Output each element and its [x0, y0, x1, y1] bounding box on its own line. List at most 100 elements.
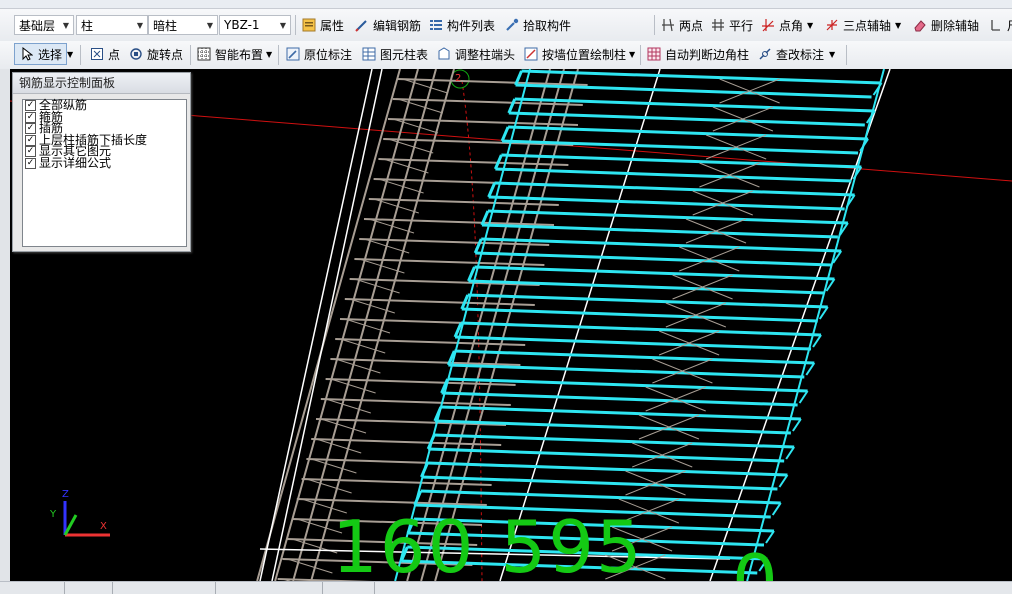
cyan-stirrup-hook — [500, 126, 510, 142]
separator — [295, 15, 296, 35]
original-annotation-button[interactable]: 原位标注 — [285, 43, 352, 65]
checkbox[interactable]: ✓ — [25, 100, 36, 112]
smart-layout-label: 智能布置 — [215, 47, 264, 62]
delete-axis-button[interactable]: 删除辅轴 — [912, 14, 979, 36]
point-angle-label: 点角 — [779, 18, 804, 33]
gray-rebar-stirrup — [344, 298, 535, 306]
chevron-down-icon: ▼ — [67, 49, 74, 59]
adjust-column-head-button[interactable]: 调整柱端头 — [436, 43, 515, 65]
gray-rebar-stirrup — [320, 398, 511, 406]
smart-layout-icon — [196, 46, 212, 62]
original-annotation-label: 原位标注 — [304, 47, 353, 62]
toolbar-row-2: 选择 ▼ 点 旋转点 智能布置 ▼ 原位标注 图元柱表 调整柱端头 按墙位置绘制… — [0, 41, 1012, 70]
dimension-label: 尺 — [1007, 17, 1012, 34]
parallel-axis-icon — [710, 17, 726, 33]
cyan-stirrup — [475, 251, 832, 267]
separator — [278, 45, 279, 65]
checkbox[interactable]: ✓ — [25, 146, 36, 158]
cyan-stirrup-side — [798, 390, 809, 404]
gray-rebar-stirrup — [330, 358, 521, 366]
modify-annotation-button[interactable]: 查改标注 ▼ — [757, 43, 835, 65]
chevron-down-icon: ▼ — [279, 20, 286, 30]
dimension-annotation-text: 160 595 — [332, 505, 644, 581]
component-list-button[interactable]: 构件列表 — [428, 14, 495, 36]
element-column-table-button[interactable]: 图元柱表 — [361, 43, 428, 65]
attributes-button[interactable]: 属性 — [301, 14, 344, 36]
status-tab[interactable] — [145, 582, 216, 594]
point-angle-icon — [760, 17, 776, 33]
cyan-stirrup — [427, 461, 788, 477]
separator — [654, 15, 655, 35]
subtype-select[interactable]: 暗柱 ▼ — [148, 15, 218, 35]
smart-layout-button[interactable]: 智能布置 ▼ — [196, 43, 272, 65]
gray-rebar-stirrup — [311, 438, 502, 446]
three-point-axis-label: 三点辅轴 — [843, 18, 892, 33]
delete-axis-label: 删除辅轴 — [931, 18, 980, 33]
point-angle-button[interactable]: 点角 ▼ — [760, 14, 813, 36]
three-point-axis-button[interactable]: 三点辅轴 ▼ — [824, 14, 901, 36]
adjust-column-head-label: 调整柱端头 — [455, 47, 516, 62]
point-label: 点 — [108, 47, 121, 62]
axis-z-label: Z — [62, 489, 69, 500]
option-label: 显示详细公式 — [39, 155, 112, 170]
modify-annotation-icon — [757, 46, 773, 62]
chevron-down-icon: ▼ — [266, 49, 273, 59]
two-points-axis-icon — [660, 17, 676, 33]
toolbar-row-1: 基础层 ▼ 柱 ▼ 暗柱 ▼ YBZ-1 ▼ 属性 编辑钢筋 构件列表 拾取构件 两点 — [0, 9, 1012, 42]
cyan-stirrup-hook — [507, 98, 517, 114]
auto-judge-edge-column-label: 自动判断边角柱 — [665, 47, 750, 62]
pick-component-button[interactable]: 拾取构件 — [504, 14, 571, 36]
element-column-table-label: 图元柱表 — [380, 47, 429, 62]
status-tab[interactable] — [20, 582, 65, 594]
select-dropdown[interactable]: ▼ — [67, 43, 73, 65]
option-show-detailed-formula[interactable]: ✓ 显示详细公式 — [23, 155, 186, 170]
cyan-stirrup — [421, 475, 778, 491]
cyan-stirrup — [428, 447, 785, 463]
parallel-button[interactable]: 平行 — [710, 14, 753, 36]
cyan-stirrup — [515, 83, 872, 99]
dimension-button[interactable]: 尺 — [988, 14, 1012, 36]
category-select[interactable]: 柱 ▼ — [76, 15, 148, 35]
status-tab[interactable] — [68, 582, 113, 594]
ruler-icon — [988, 17, 1004, 33]
auto-judge-edge-column-button[interactable]: 自动判断边角柱 — [646, 43, 749, 65]
category-select-value: 柱 — [81, 18, 94, 33]
point-button[interactable]: 点 — [89, 43, 120, 65]
status-tab[interactable] — [330, 582, 375, 594]
checkbox[interactable]: ✓ — [25, 134, 36, 146]
checkbox[interactable]: ✓ — [25, 123, 36, 135]
cyan-stirrup — [440, 405, 801, 421]
attributes-icon — [301, 17, 317, 33]
separator — [80, 45, 81, 65]
point-box-icon — [89, 46, 105, 62]
rotate-icon — [128, 46, 144, 62]
component-select[interactable]: YBZ-1 ▼ — [219, 15, 291, 35]
chevron-down-icon: ▼ — [206, 20, 213, 30]
cyan-stirrup — [441, 391, 798, 407]
two-points-button[interactable]: 两点 — [660, 14, 703, 36]
rotate-point-button[interactable]: 旋转点 — [128, 43, 183, 65]
cyan-stirrup — [488, 195, 845, 211]
chevron-down-icon: ▼ — [829, 49, 836, 59]
edit-rebar-button[interactable]: 编辑钢筋 — [354, 14, 421, 36]
gray-rebar-stirrup — [378, 158, 569, 166]
grid-judge-icon — [646, 46, 662, 62]
partial-toolbar-strip — [0, 0, 1012, 9]
rebar-display-control-panel: 钢筋显示控制面板 ✓ 全部纵筋 ✓ 箍筋 ✓ 插筋 ✓ 上层柱插筋下插长度 ✓ 显示其它图… — [12, 72, 191, 252]
status-tab[interactable] — [278, 582, 323, 594]
cyan-stirrup-side — [785, 446, 795, 460]
two-points-label: 两点 — [679, 18, 704, 33]
cyan-stirrup-side — [812, 334, 822, 348]
table-icon — [361, 46, 377, 62]
cyan-stirrup-side — [778, 474, 789, 488]
dimension-annotation-text-2: 0 — [732, 539, 780, 581]
draw-column-by-wall-button[interactable]: 按墙位置绘制柱 ▼ — [523, 43, 635, 65]
subtype-select-value: 暗柱 — [153, 18, 178, 33]
cyan-stirrup — [420, 489, 781, 505]
panel-options-list: ✓ 全部纵筋 ✓ 箍筋 ✓ 插筋 ✓ 上层柱插筋下插长度 ✓ 显示其它图元 ✓ 显示详细公式 — [22, 99, 187, 247]
checkbox[interactable]: ✓ — [25, 157, 36, 169]
floor-select[interactable]: 基础层 ▼ — [14, 15, 74, 35]
checkbox[interactable]: ✓ — [25, 111, 36, 123]
draw-column-icon — [523, 46, 539, 62]
select-button[interactable]: 选择 — [14, 43, 68, 65]
